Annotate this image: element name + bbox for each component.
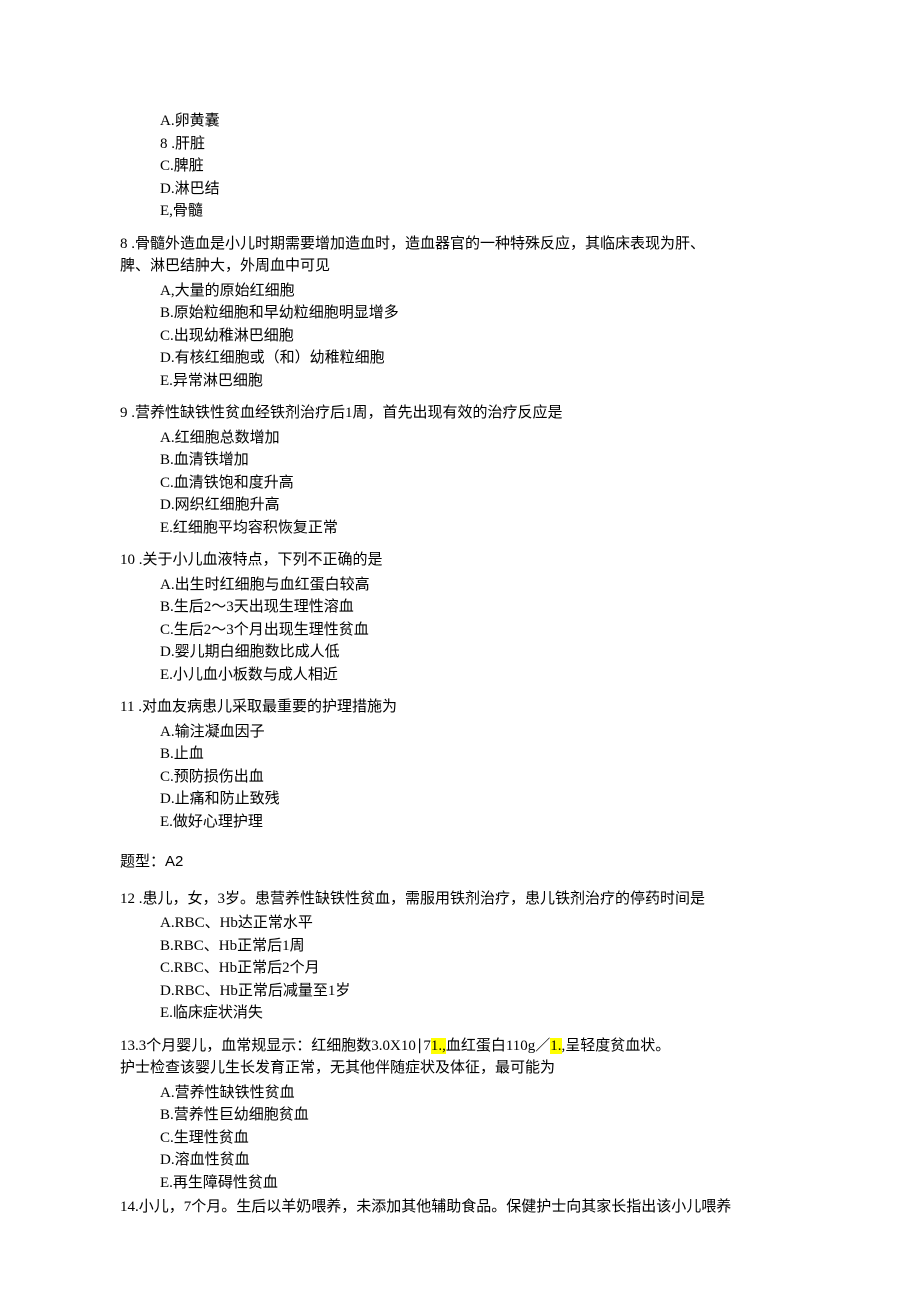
- option-b: B.血清铁增加: [160, 449, 800, 472]
- q12-stem: 12 .患儿，女，3岁。患营养性缺铁性贫血，需服用铁剂治疗，患儿铁剂治疗的停药时…: [120, 888, 800, 911]
- question-13: 13.3个月婴儿，血常规显示：红细胞数3.0X10∣71.,血红蛋白110g／1…: [120, 1035, 800, 1195]
- option-b: B.RBC、Hb正常后1周: [160, 935, 800, 958]
- option-c: C.RBC、Hb正常后2个月: [160, 957, 800, 980]
- q13-options: A.营养性缺铁性贫血 B.营养性巨幼细胞贫血 C.生理性贫血 D.溶血性贫血 E…: [160, 1082, 800, 1195]
- option-a: A.红细胞总数增加: [160, 427, 800, 450]
- q8-options: A,大量的原始红细胞 B.原始粒细胞和早幼粒细胞明显增多 C.出现幼稚淋巴细胞 …: [160, 280, 800, 393]
- option-e: E.做好心理护理: [160, 811, 800, 834]
- q13-stem-line1: 13.3个月婴儿，血常规显示：红细胞数3.0X10∣71.,血红蛋白110g／1…: [120, 1035, 800, 1058]
- q13-stem-line2: 护士检查该婴儿生长发育正常，无其他伴随症状及体征，最可能为: [120, 1057, 800, 1080]
- option-b: B.营养性巨幼细胞贫血: [160, 1104, 800, 1127]
- q8-stem-line1: 8 .骨髓外造血是小儿时期需要增加造血时，造血器官的一种特殊反应，其临床表现为肝…: [120, 233, 800, 256]
- option-b: B.原始粒细胞和早幼粒细胞明显增多: [160, 302, 800, 325]
- document-page: A.卵黄囊 8 .肝脏 C.脾脏 D.淋巴结 E,骨髓 8 .骨髓外造血是小儿时…: [0, 0, 920, 1301]
- option-c: C.生后2～3个月出现生理性贫血: [160, 619, 800, 642]
- option-d: D.有核红细胞或（和）幼稚粒细胞: [160, 347, 800, 370]
- option-c: C.血清铁饱和度升高: [160, 472, 800, 495]
- option-a: A.RBC、Hb达正常水平: [160, 912, 800, 935]
- option-d: D.婴儿期白细胞数比成人低: [160, 641, 800, 664]
- question-11: 11 .对血友病患儿采取最重要的护理措施为 A.输注凝血因子 B.止血 C.预防…: [120, 696, 800, 833]
- option-d: D.淋巴结: [160, 178, 800, 201]
- option-c: C.预防损伤出血: [160, 766, 800, 789]
- q10-stem: 10 .关于小儿血液特点，下列不正确的是: [120, 549, 800, 572]
- option-e: E.再生障碍性贫血: [160, 1172, 800, 1195]
- q7-options: A.卵黄囊 8 .肝脏 C.脾脏 D.淋巴结 E,骨髓: [160, 110, 800, 223]
- option-c: C.脾脏: [160, 155, 800, 178]
- q9-stem: 9 .营养性缺铁性贫血经铁剂治疗后1周，首先出现有效的治疗反应是: [120, 402, 800, 425]
- option-d: D.RBC、Hb正常后减量至1岁: [160, 980, 800, 1003]
- q13-stem-part-b: 血红蛋白110g／: [446, 1038, 550, 1054]
- question-8: 8 .骨髓外造血是小儿时期需要增加造血时，造血器官的一种特殊反应，其临床表现为肝…: [120, 233, 800, 393]
- section-header-a2: 题型：A2: [120, 851, 800, 874]
- option-d: D.溶血性贫血: [160, 1149, 800, 1172]
- q8-stem-line2: 脾、淋巴结肿大，外周血中可见: [120, 255, 800, 278]
- option-c: C.出现幼稚淋巴细胞: [160, 325, 800, 348]
- q10-options: A.出生时红细胞与血红蛋白较高 B.生后2～3天出现生理性溶血 C.生后2～3个…: [160, 574, 800, 687]
- option-d: D.止痛和防止致残: [160, 788, 800, 811]
- option-e: E.小儿血小板数与成人相近: [160, 664, 800, 687]
- option-a: A.卵黄囊: [160, 110, 800, 133]
- q11-options: A.输注凝血因子 B.止血 C.预防损伤出血 D.止痛和防止致残 E.做好心理护…: [160, 721, 800, 834]
- option-b: 8 .肝脏: [160, 133, 800, 156]
- option-e: E,骨髓: [160, 200, 800, 223]
- option-e: E.红细胞平均容积恢复正常: [160, 517, 800, 540]
- question-14-stem: 14.小儿，7个月。生后以羊奶喂养，未添加其他辅助食品。保健护士向其家长指出该小…: [120, 1196, 800, 1219]
- highlight-text: 1.: [550, 1038, 561, 1054]
- question-9: 9 .营养性缺铁性贫血经铁剂治疗后1周，首先出现有效的治疗反应是 A.红细胞总数…: [120, 402, 800, 539]
- q9-options: A.红细胞总数增加 B.血清铁增加 C.血清铁饱和度升高 D.网织红细胞升高 E…: [160, 427, 800, 540]
- q11-stem: 11 .对血友病患儿采取最重要的护理措施为: [120, 696, 800, 719]
- option-a: A.出生时红细胞与血红蛋白较高: [160, 574, 800, 597]
- highlight-text: 1.,: [431, 1038, 446, 1054]
- option-c: C.生理性贫血: [160, 1127, 800, 1150]
- option-b: B.生后2～3天出现生理性溶血: [160, 596, 800, 619]
- q13-stem-part-c: ,呈轻度贫血状。: [562, 1038, 671, 1054]
- q13-stem-part-a: 13.3个月婴儿，血常规显示：红细胞数3.0X10∣7: [120, 1038, 431, 1054]
- option-e: E.临床症状消失: [160, 1002, 800, 1025]
- option-b: B.止血: [160, 743, 800, 766]
- option-e: E.异常淋巴细胞: [160, 370, 800, 393]
- option-a: A,大量的原始红细胞: [160, 280, 800, 303]
- option-d: D.网织红细胞升高: [160, 494, 800, 517]
- option-a: A.输注凝血因子: [160, 721, 800, 744]
- option-a: A.营养性缺铁性贫血: [160, 1082, 800, 1105]
- question-10: 10 .关于小儿血液特点，下列不正确的是 A.出生时红细胞与血红蛋白较高 B.生…: [120, 549, 800, 686]
- question-12: 12 .患儿，女，3岁。患营养性缺铁性贫血，需服用铁剂治疗，患儿铁剂治疗的停药时…: [120, 888, 800, 1025]
- q12-options: A.RBC、Hb达正常水平 B.RBC、Hb正常后1周 C.RBC、Hb正常后2…: [160, 912, 800, 1025]
